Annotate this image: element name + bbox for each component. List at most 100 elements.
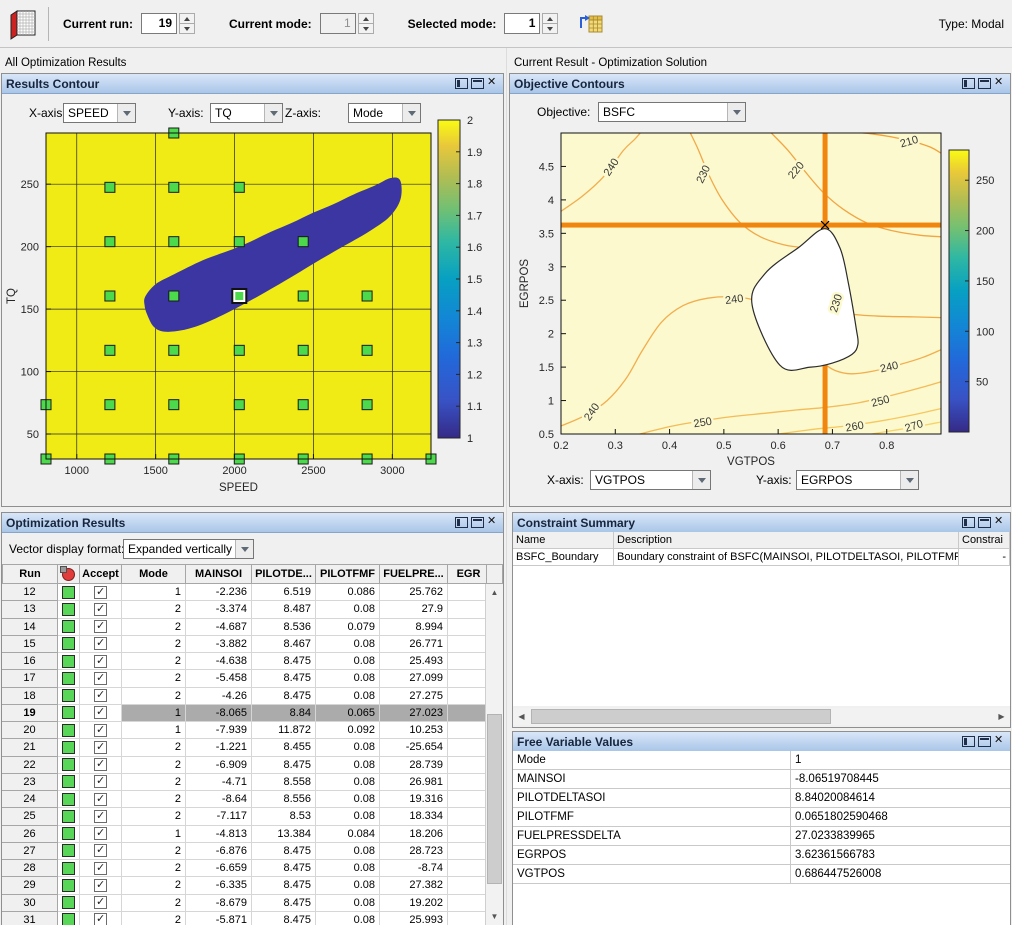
run-cell[interactable]: 24 — [2, 791, 58, 808]
pilotdeltasoi-cell[interactable]: 8.475 — [252, 843, 316, 860]
accept-checkbox[interactable] — [94, 913, 107, 925]
run-marker[interactable] — [234, 237, 244, 247]
run-marker[interactable] — [362, 291, 372, 301]
mainsoi-cell[interactable]: -6.659 — [186, 860, 252, 877]
egr-cell[interactable] — [448, 791, 490, 808]
chevron-down-icon[interactable] — [264, 104, 282, 122]
pilotdeltasoi-cell[interactable]: 8.84 — [252, 705, 316, 722]
accept-checkbox[interactable] — [94, 620, 107, 633]
accept-checkbox[interactable] — [94, 741, 107, 754]
dock-icon[interactable] — [455, 517, 468, 528]
mode-cell[interactable]: 2 — [122, 895, 186, 912]
fill-tables-icon[interactable] — [578, 11, 605, 36]
pilotfmf-cell[interactable]: 0.08 — [316, 636, 380, 653]
mode-cell[interactable]: 1 — [122, 826, 186, 843]
mainsoi-cell[interactable]: -5.458 — [186, 670, 252, 687]
run-cell[interactable]: 15 — [2, 636, 58, 653]
mode-cell[interactable]: 2 — [122, 601, 186, 618]
egr-cell[interactable] — [448, 636, 490, 653]
scrollbar-thumb[interactable] — [531, 709, 831, 724]
dock-icon[interactable] — [962, 736, 975, 747]
cage-document-icon[interactable] — [8, 8, 38, 40]
mode-cell[interactable]: 1 — [122, 705, 186, 722]
mainsoi-cell[interactable]: -2.236 — [186, 584, 252, 601]
undock-icon[interactable] — [978, 517, 991, 528]
run-cell[interactable]: 14 — [2, 619, 58, 636]
mode-cell[interactable]: 2 — [122, 843, 186, 860]
fuelpressdelta-cell[interactable]: -8.74 — [380, 860, 448, 877]
accept-checkbox[interactable] — [94, 706, 107, 719]
pilotdeltasoi-cell[interactable]: 8.455 — [252, 739, 316, 756]
table-row-run-30[interactable]: 302-8.6798.4750.0819.202 — [2, 895, 490, 912]
dock-icon[interactable] — [962, 78, 975, 89]
run-cell[interactable]: 18 — [2, 688, 58, 705]
pilotdeltasoi-cell[interactable]: 8.475 — [252, 757, 316, 774]
close-icon[interactable] — [994, 736, 1006, 747]
egr-cell[interactable] — [448, 619, 490, 636]
column-header-accept-status[interactable] — [58, 564, 80, 584]
chevron-down-icon[interactable] — [692, 471, 710, 489]
table-row-run-24[interactable]: 242-8.648.5560.0819.316 — [2, 791, 490, 808]
objective-contour-plot[interactable]: 2402302202102302402402402502502602700.20… — [510, 129, 1011, 469]
accept-checkbox[interactable] — [94, 827, 107, 840]
fuelpressdelta-cell[interactable]: 19.316 — [380, 791, 448, 808]
run-cell[interactable]: 27 — [2, 843, 58, 860]
fuelpressdelta-cell[interactable]: 8.994 — [380, 619, 448, 636]
run-marker[interactable] — [105, 237, 115, 247]
accept-checkbox[interactable] — [94, 793, 107, 806]
pilotdeltasoi-cell[interactable]: 8.475 — [252, 912, 316, 925]
run-marker[interactable] — [234, 345, 244, 355]
pilotfmf-cell[interactable]: 0.08 — [316, 688, 380, 705]
pilotdeltasoi-cell[interactable]: 8.536 — [252, 619, 316, 636]
mainsoi-cell[interactable]: -8.679 — [186, 895, 252, 912]
mode-cell[interactable]: 2 — [122, 808, 186, 825]
fuelpressdelta-cell[interactable]: 18.334 — [380, 808, 448, 825]
pilotdeltasoi-cell[interactable]: 8.475 — [252, 653, 316, 670]
run-marker[interactable] — [234, 182, 244, 192]
run-marker[interactable] — [105, 400, 115, 410]
table-row-run-20[interactable]: 201-7.93911.8720.09210.253 — [2, 722, 490, 739]
fuelpressdelta-cell[interactable]: 25.762 — [380, 584, 448, 601]
mainsoi-cell[interactable]: -4.813 — [186, 826, 252, 843]
pilotdeltasoi-cell[interactable]: 8.487 — [252, 601, 316, 618]
pilotdeltasoi-cell[interactable]: 8.556 — [252, 791, 316, 808]
run-marker[interactable] — [169, 237, 179, 247]
egr-cell[interactable] — [448, 808, 490, 825]
pilotfmf-cell[interactable]: 0.08 — [316, 912, 380, 925]
run-marker[interactable] — [105, 345, 115, 355]
chevron-down-icon[interactable] — [117, 104, 135, 122]
egr-cell[interactable] — [448, 843, 490, 860]
accept-checkbox[interactable] — [94, 672, 107, 685]
egr-cell[interactable] — [448, 705, 490, 722]
run-cell[interactable]: 20 — [2, 722, 58, 739]
fuelpressdelta-cell[interactable]: 28.723 — [380, 843, 448, 860]
table-row-run-26[interactable]: 261-4.81313.3840.08418.206 — [2, 826, 490, 843]
vertical-scrollbar[interactable]: ▲ ▼ — [485, 584, 503, 925]
run-cell[interactable]: 25 — [2, 808, 58, 825]
vector-format-select[interactable]: Expanded vertically — [123, 539, 254, 559]
scrollbar-thumb[interactable] — [487, 714, 502, 884]
table-row-run-12[interactable]: 121-2.2366.5190.08625.762 — [2, 584, 490, 601]
run-marker[interactable] — [298, 400, 308, 410]
accept-checkbox[interactable] — [94, 879, 107, 892]
mainsoi-cell[interactable]: -1.221 — [186, 739, 252, 756]
fuelpressdelta-cell[interactable]: 28.739 — [380, 757, 448, 774]
table-row-run-28[interactable]: 282-6.6598.4750.08-8.74 — [2, 860, 490, 877]
egr-cell[interactable] — [448, 601, 490, 618]
run-cell[interactable]: 12 — [2, 584, 58, 601]
close-icon[interactable] — [487, 517, 499, 528]
table-row-run-25[interactable]: 252-7.1178.530.0818.334 — [2, 808, 490, 825]
run-cell[interactable]: 19 — [2, 705, 58, 722]
mode-cell[interactable]: 2 — [122, 912, 186, 925]
egr-cell[interactable] — [448, 912, 490, 925]
mainsoi-cell[interactable]: -3.374 — [186, 601, 252, 618]
dock-icon[interactable] — [962, 517, 975, 528]
table-row-run-19[interactable]: 191-8.0658.840.06527.023 — [2, 705, 490, 722]
pilotdeltasoi-cell[interactable]: 8.53 — [252, 808, 316, 825]
fuelpressdelta-cell[interactable]: 27.099 — [380, 670, 448, 687]
accept-checkbox[interactable] — [94, 689, 107, 702]
free-variable-row-egrpos[interactable]: EGRPOS3.62361566783 — [513, 846, 1010, 865]
table-row-run-18[interactable]: 182-4.268.4750.0827.275 — [2, 688, 490, 705]
run-cell[interactable]: 31 — [2, 912, 58, 925]
accept-checkbox[interactable] — [94, 775, 107, 788]
